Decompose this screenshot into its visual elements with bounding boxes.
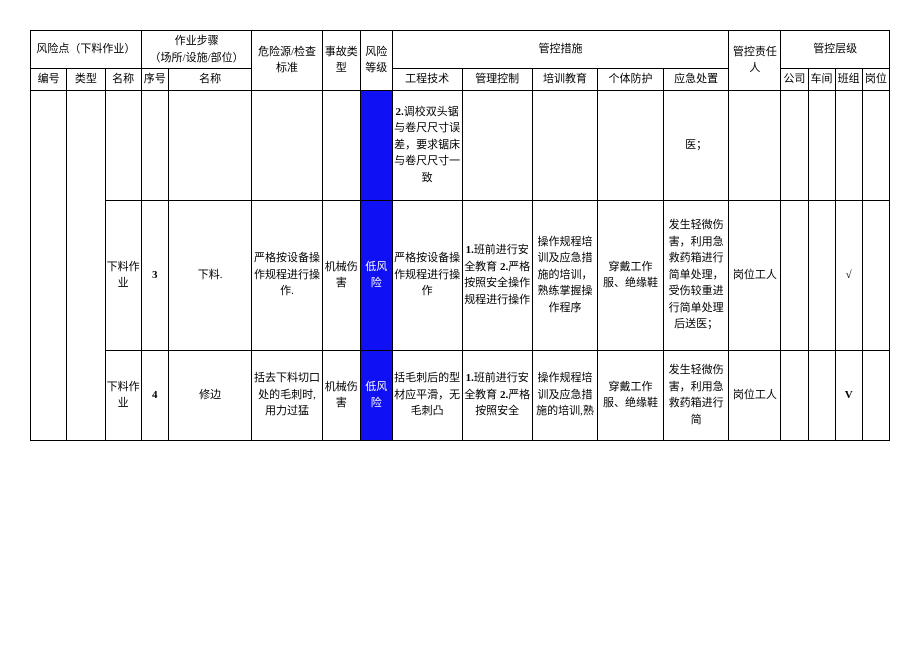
table-row: 2.调校双头锯与卷尺尺寸误差，要求锯床与卷尺尺寸一致 医； [31, 90, 890, 200]
cell-train [532, 90, 598, 200]
hdr-hazard: 危险源/检查标准 [252, 31, 322, 91]
cell-workshop [808, 90, 835, 200]
cell-hazard [252, 90, 322, 200]
hdr-team: 班组 [835, 69, 862, 91]
cell-risk [360, 90, 392, 200]
hdr-name: 名称 [105, 69, 141, 91]
cell-eng: 括毛刺后的型材应平滑，无毛刺凸 [392, 350, 462, 440]
cell-team: √ [835, 200, 862, 350]
cell-train: 操作规程培训及应急措施的培训，熟练掌握操作程序 [532, 200, 598, 350]
cell-emer: 发生轻微伤害，利用急救药箱进行简单处理，受伤较重进行简单处理后送医； [663, 200, 729, 350]
cell-workshop [808, 200, 835, 350]
hdr-mgmt: 管理控制 [462, 69, 532, 91]
hdr-risk-point: 风险点（下料作业） [31, 31, 142, 69]
cell-resp: 岗位工人 [729, 200, 781, 350]
cell-post [862, 200, 889, 350]
table-row: 下料作业 4 修边 括去下料切口处的毛刺时,用力过猛 机械伤害 低风险 括毛刺后… [31, 350, 890, 440]
cell-company [781, 350, 808, 440]
hdr-train: 培训教育 [532, 69, 598, 91]
hdr-accident: 事故类型 [322, 31, 360, 91]
hdr-responsible: 管控责任人 [729, 31, 781, 91]
hdr-step: 作业步骤 （场所/设施/部位） [141, 31, 252, 69]
cell-name [105, 90, 141, 200]
cell-step [168, 90, 252, 200]
hdr-seq: 序号 [141, 69, 168, 91]
cell-risk: 低风险 [360, 350, 392, 440]
hdr-step-name: 名称 [168, 69, 252, 91]
cell-step: 修边 [168, 350, 252, 440]
cell-hazard: 括去下料切口处的毛刺时,用力过猛 [252, 350, 322, 440]
cell-name: 下料作业 [105, 200, 141, 350]
cell-seq [141, 90, 168, 200]
hdr-type: 类型 [67, 69, 105, 91]
cell-accident [322, 90, 360, 200]
cell-accident: 机械伤害 [322, 350, 360, 440]
hdr-ppe: 个体防护 [598, 69, 664, 91]
cell-accident: 机械伤害 [322, 200, 360, 350]
risk-table: 风险点（下料作业） 作业步骤 （场所/设施/部位） 危险源/检查标准 事故类型 … [30, 30, 890, 441]
cell-post [862, 90, 889, 200]
cell-name: 下料作业 [105, 350, 141, 440]
cell-workshop [808, 350, 835, 440]
hdr-measures: 管控措施 [392, 31, 729, 69]
hdr-risk-level: 风险等级 [360, 31, 392, 91]
cell-ppe [598, 90, 664, 200]
cell-team [835, 90, 862, 200]
cell-team: V [835, 350, 862, 440]
cell-risk: 低风险 [360, 200, 392, 350]
table-row: 下料作业 3 下料. 严格按设备操作规程进行操作. 机械伤害 低风险 严格按设备… [31, 200, 890, 350]
cell-resp [729, 90, 781, 200]
cell-emer: 医； [663, 90, 729, 200]
cell-step: 下料. [168, 200, 252, 350]
hdr-workshop: 车间 [808, 69, 835, 91]
cell-company [781, 200, 808, 350]
hdr-no: 编号 [31, 69, 67, 91]
cell-train: 操作规程培训及应急措施的培训,熟 [532, 350, 598, 440]
hdr-emer: 应急处置 [663, 69, 729, 91]
hdr-post: 岗位 [862, 69, 889, 91]
cell-eng: 严格按设备操作规程进行操作 [392, 200, 462, 350]
cell-ppe: 穿戴工作服、绝缘鞋 [598, 350, 664, 440]
cell-emer: 发生轻微伤害，利用急救药箱进行简 [663, 350, 729, 440]
hdr-control-level: 管控层级 [781, 31, 890, 69]
hdr-eng: 工程技术 [392, 69, 462, 91]
cell-seq: 3 [141, 200, 168, 350]
cell-company [781, 90, 808, 200]
cell-mgmt [462, 90, 532, 200]
cell-mgmt: 1.班前进行安全教育 2.严格按照安全 [462, 350, 532, 440]
hdr-company: 公司 [781, 69, 808, 91]
cell-type [67, 90, 105, 440]
cell-post [862, 350, 889, 440]
cell-ppe: 穿戴工作服、绝缘鞋 [598, 200, 664, 350]
cell-seq: 4 [141, 350, 168, 440]
cell-mgmt: 1.班前进行安全教育 2.严格按照安全操作规程进行操作 [462, 200, 532, 350]
cell-eng: 2.调校双头锯与卷尺尺寸误差，要求锯床与卷尺尺寸一致 [392, 90, 462, 200]
cell-no [31, 90, 67, 440]
cell-hazard: 严格按设备操作规程进行操作. [252, 200, 322, 350]
cell-resp: 岗位工人 [729, 350, 781, 440]
